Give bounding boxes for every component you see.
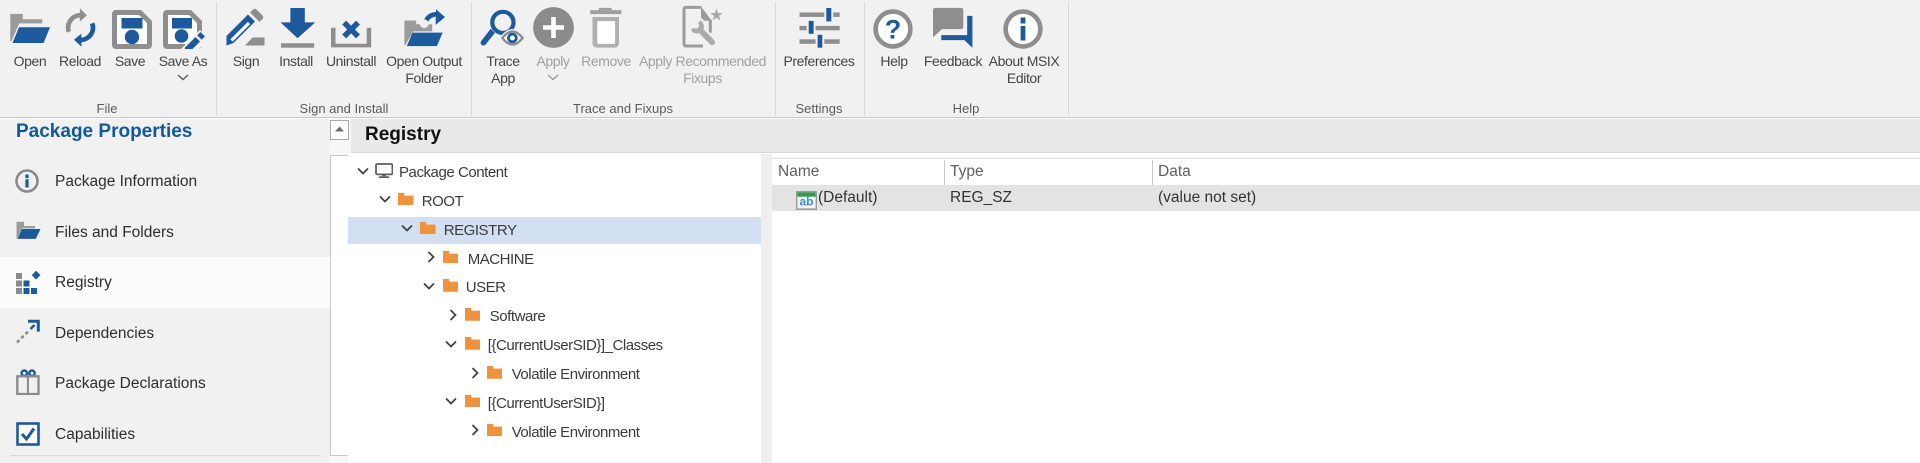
svg-text:ab: ab (799, 194, 813, 208)
svg-text:?: ? (885, 15, 902, 45)
